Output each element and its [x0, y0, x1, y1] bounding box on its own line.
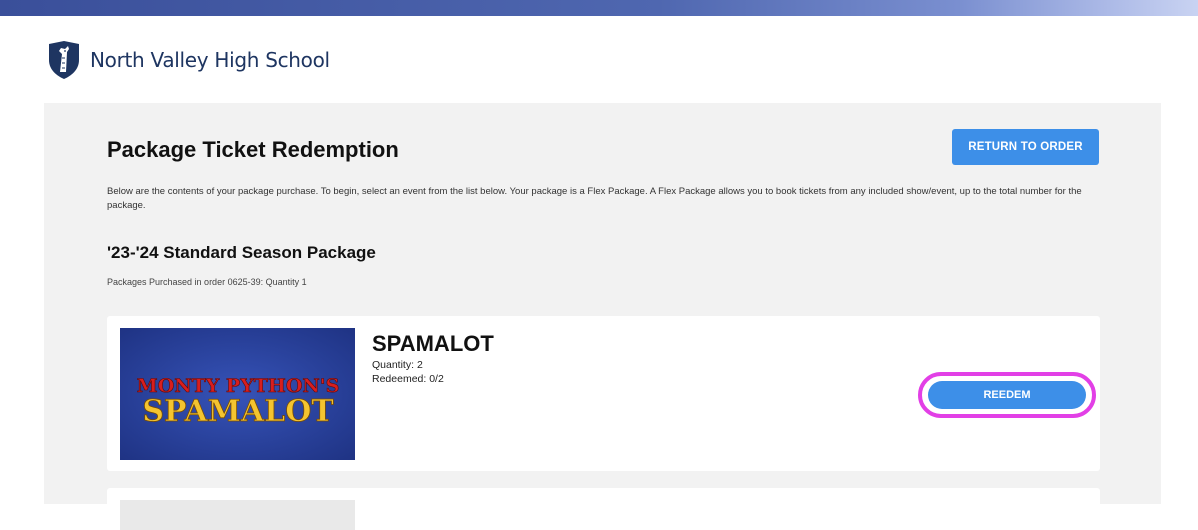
- redeem-button[interactable]: REEDEM: [928, 381, 1086, 409]
- main-panel: Package Ticket Redemption RETURN TO ORDE…: [44, 103, 1161, 530]
- event-title: SPAMALOT: [372, 331, 494, 356]
- package-description: Below are the contents of your package p…: [107, 186, 1082, 211]
- school-brand[interactable]: North Valley High School: [46, 40, 330, 80]
- poster-bottom-text: SPAMALOT: [142, 394, 334, 429]
- redeem-highlight: REEDEM: [918, 372, 1096, 418]
- return-to-order-button[interactable]: RETURN TO ORDER: [952, 129, 1099, 165]
- top-banner: [0, 0, 1198, 16]
- school-name: North Valley High School: [90, 48, 330, 72]
- event-quantity: Quantity: 2: [372, 359, 423, 371]
- event-card-spamalot: MONTY PYTHON'S SPAMALOT SPAMALOT Quantit…: [107, 316, 1100, 471]
- shield-giraffe-icon: [49, 41, 79, 79]
- page-title: Package Ticket Redemption: [107, 137, 399, 162]
- spamalot-poster-image: MONTY PYTHON'S SPAMALOT: [120, 328, 355, 460]
- event-card-next: [107, 488, 1100, 530]
- event-thumbnail-placeholder: [120, 500, 355, 530]
- package-order-info: Packages Purchased in order 0625-39: Qua…: [107, 277, 307, 287]
- package-title: '23-'24 Standard Season Package: [107, 243, 376, 262]
- event-redeemed: Redeemed: 0/2: [372, 373, 444, 385]
